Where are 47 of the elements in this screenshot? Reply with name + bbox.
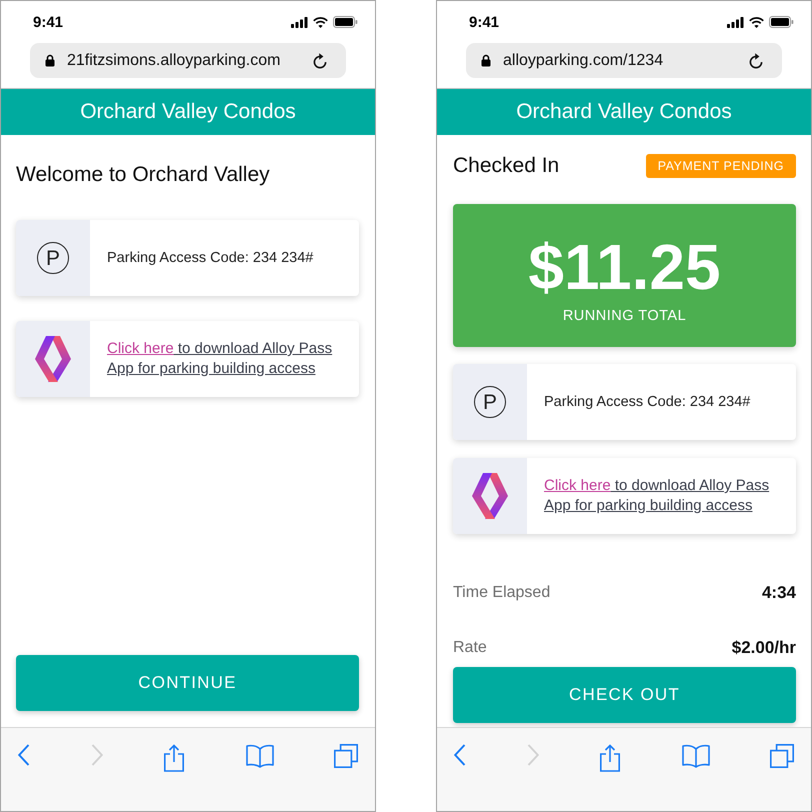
header-title: Orchard Valley Condos (80, 100, 296, 124)
reload-icon[interactable] (313, 52, 327, 68)
app-logo-icon (35, 336, 71, 382)
reload-icon[interactable] (749, 52, 763, 68)
status-badge: PAYMENT PENDING (646, 154, 796, 178)
parking-icon: P (37, 242, 69, 274)
status-time: 9:41 (33, 14, 64, 30)
lock-icon (45, 54, 55, 67)
battery-icon (769, 16, 794, 28)
action-button[interactable]: CONTINUE (16, 655, 359, 711)
url-text: alloyparking.com/1234 (503, 52, 664, 70)
access-code-text: Parking Access Code: 234 234# (107, 250, 314, 266)
battery-icon (333, 16, 358, 28)
address-field[interactable]: 21fitzsimons.alloyparking.com (30, 43, 346, 78)
detail-label: Time Elapsed (453, 584, 550, 602)
status-time: 9:41 (469, 14, 500, 30)
lock-icon (481, 54, 491, 67)
signal-icon (291, 16, 308, 28)
header-title: Orchard Valley Condos (516, 100, 732, 124)
wifi-icon (313, 16, 328, 28)
book-icon[interactable] (682, 744, 710, 768)
back-icon[interactable] (454, 744, 466, 766)
detail-label: Rate (453, 639, 487, 657)
action-button[interactable]: CHECK OUT (453, 667, 796, 723)
total-amount: $11.25 (528, 235, 721, 299)
download-text: Click here to download Alloy Pass App for parking building access (107, 339, 334, 379)
wifi-icon (749, 16, 764, 28)
back-icon[interactable] (18, 744, 30, 766)
access-code-text: Parking Access Code: 234 234# (544, 394, 750, 410)
detail-value: 4:34 (762, 583, 796, 603)
url-text: 21fitzsimons.alloyparking.com (67, 52, 280, 70)
download-text: Click here to download Alloy Pass App for parking building access (544, 476, 770, 516)
click-here-link[interactable]: Click here (107, 340, 174, 357)
tabs-icon[interactable] (334, 744, 358, 768)
share-icon[interactable] (599, 744, 621, 772)
share-icon[interactable] (163, 744, 185, 772)
parking-icon: P (474, 386, 506, 418)
page-heading: Welcome to Orchard Valley (16, 163, 270, 187)
book-icon[interactable] (246, 744, 274, 768)
address-field[interactable]: alloyparking.com/1234 (466, 43, 782, 78)
total-label: RUNNING TOTAL (562, 308, 686, 324)
signal-icon (727, 16, 744, 28)
app-logo-icon (472, 473, 508, 519)
click-here-link[interactable]: Click here (544, 477, 611, 494)
detail-value: $2.00/hr (732, 638, 796, 658)
page-heading: Checked In (453, 154, 560, 178)
tabs-icon[interactable] (770, 744, 794, 768)
